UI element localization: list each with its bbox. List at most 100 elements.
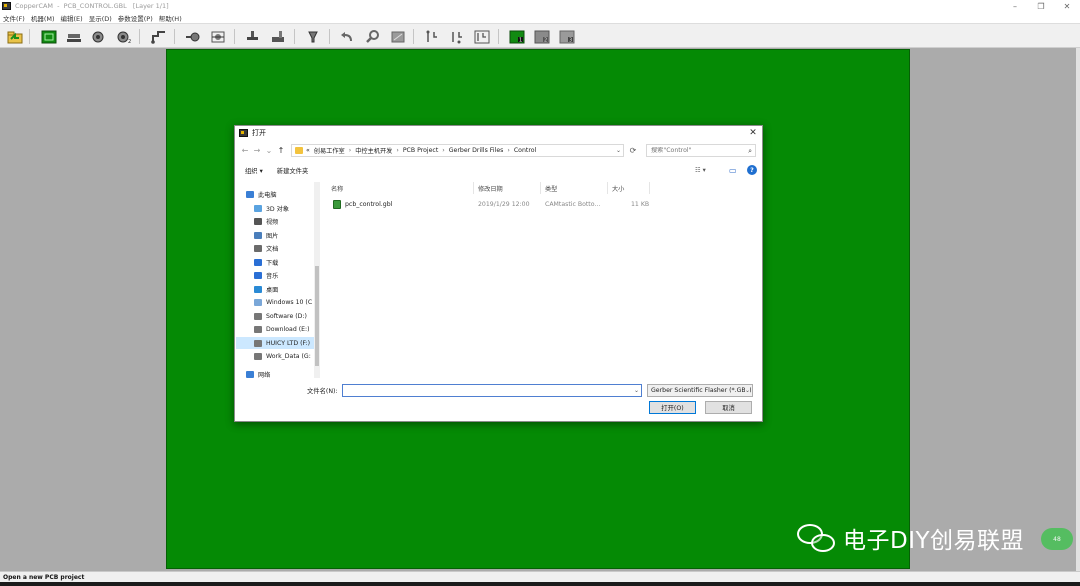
nav-item[interactable]: 桌面 — [236, 283, 316, 295]
new-folder-button[interactable]: 新建文件夹 — [277, 166, 308, 175]
dialog-buttons: 打开(O) 取消 — [235, 401, 762, 415]
layer-view-icon[interactable] — [40, 28, 58, 45]
nav-item[interactable]: 文档 — [236, 242, 316, 254]
search-input[interactable] — [651, 147, 741, 154]
open-button[interactable]: 打开(O) — [649, 401, 696, 414]
layer-3-icon[interactable]: 3 — [558, 28, 576, 45]
nav-item[interactable]: Software (D:) — [236, 310, 316, 322]
nav-item-label: 桌面 — [266, 286, 279, 294]
up-arrow-icon[interactable]: ↑ — [275, 145, 287, 157]
app-icon — [2, 2, 11, 10]
maximize-button[interactable]: ❐ — [1028, 0, 1054, 12]
view-options-icon[interactable]: ☷ ▾ — [695, 167, 706, 174]
nav-item[interactable]: Download (E:) — [236, 323, 316, 335]
pad-icon[interactable] — [184, 28, 202, 45]
nav-item[interactable]: 下载 — [236, 256, 316, 268]
preview-pane-icon[interactable]: ▭ — [729, 166, 737, 175]
nav-item-label: Windows 10 (C — [266, 298, 313, 306]
trace-icon[interactable] — [244, 28, 262, 45]
desktop-icon — [254, 285, 262, 293]
nav-item[interactable]: 此电脑 — [236, 188, 316, 200]
nav-item[interactable]: Windows 10 (C — [236, 296, 316, 308]
address-bar[interactable]: « 创易工作室 › 中控主机开发 › PCB Project › Gerber … — [291, 144, 624, 157]
pictures-icon — [254, 231, 262, 239]
zoom-icon[interactable] — [364, 28, 382, 45]
filename-input[interactable] — [343, 385, 623, 396]
column-modified[interactable]: 修改日期 — [474, 182, 541, 194]
nav-item-label: 文档 — [266, 245, 279, 253]
breadcrumb-overflow[interactable]: « — [306, 147, 310, 154]
nav-item-label: HUICY LTD (F:) — [266, 339, 311, 347]
breadcrumb-item[interactable]: Control — [514, 147, 536, 154]
path-1-icon[interactable] — [423, 28, 441, 45]
nav-item[interactable]: 3D 对象 — [236, 202, 316, 214]
nav-item[interactable]: 视频 — [236, 215, 316, 227]
nav-item[interactable]: HUICY LTD (F:) — [236, 337, 316, 349]
drill-2-icon[interactable]: 2 — [115, 28, 133, 45]
nav-item[interactable]: 音乐 — [236, 269, 316, 281]
breadcrumb-item[interactable]: 创易工作室 — [314, 146, 345, 155]
back-arrow-icon[interactable]: ← — [239, 145, 251, 157]
forward-arrow-icon[interactable]: → — [251, 145, 263, 157]
right-scrollbar[interactable] — [1076, 48, 1080, 571]
address-dropdown-icon[interactable]: ⌄ — [616, 147, 621, 154]
engrave-icon[interactable] — [304, 28, 322, 45]
svg-text:3: 3 — [569, 37, 572, 43]
toolbar: 2 1 2 3 — [0, 23, 1080, 48]
cutter-icon[interactable] — [269, 28, 287, 45]
menu-file[interactable]: 文件(F) — [3, 13, 25, 23]
search-box[interactable]: ⌕ — [646, 144, 756, 157]
path-2-icon[interactable] — [448, 28, 466, 45]
contour-icon[interactable] — [150, 28, 168, 45]
menu-help[interactable]: 帮助(H) — [159, 13, 182, 23]
drive-icon — [254, 339, 262, 347]
taskbar-strip — [0, 582, 1080, 586]
filename-dropdown-icon[interactable]: ⌄ — [634, 387, 639, 394]
column-type[interactable]: 类型 — [541, 182, 608, 194]
refresh-icon[interactable]: ⟳ — [627, 144, 639, 157]
help-icon[interactable]: ? — [747, 165, 757, 175]
menu-display[interactable]: 显示(D) — [89, 13, 112, 23]
3d-objects-icon — [254, 204, 262, 212]
close-button[interactable]: ✕ — [1054, 0, 1080, 12]
open-project-icon[interactable] — [6, 28, 24, 45]
organize-button[interactable]: 组织 ▾ — [245, 166, 263, 175]
documents-icon — [254, 244, 262, 252]
filename-field[interactable]: ⌄ — [342, 384, 642, 397]
breadcrumb-item[interactable]: 中控主机开发 — [355, 146, 392, 155]
menu-edit[interactable]: 编辑(E) — [61, 13, 83, 23]
dialog-titlebar: 打开 ✕ — [235, 126, 762, 140]
nav-item[interactable]: 网络 — [236, 368, 316, 380]
nav-item[interactable]: 图片 — [236, 229, 316, 241]
recent-dropdown-icon[interactable]: ⌄ — [263, 145, 275, 157]
breadcrumb-item[interactable]: PCB Project — [403, 147, 438, 154]
filetype-select[interactable]: Gerber Scientific Flasher (*.GBL) ⌄ — [647, 384, 753, 397]
drive-c-icon — [254, 298, 262, 306]
column-size[interactable]: 大小 — [608, 182, 650, 194]
nav-item[interactable]: Work_Data (G: — [236, 350, 316, 362]
zoom-fit-icon[interactable] — [389, 28, 407, 45]
column-name[interactable]: 名称 — [327, 182, 474, 194]
breadcrumb-item[interactable]: Gerber Drills Files — [449, 147, 504, 154]
cancel-button[interactable]: 取消 — [705, 401, 752, 414]
drill-1-icon[interactable] — [90, 28, 108, 45]
table-row[interactable]: pcb_control.gbl 2019/1/29 12:00 CAMtasti… — [327, 198, 747, 210]
svg-text:2: 2 — [544, 37, 547, 43]
dialog-close-button[interactable]: ✕ — [746, 126, 760, 140]
layer-1-icon[interactable]: 1 — [508, 28, 526, 45]
floating-badge[interactable]: 48 — [1041, 528, 1073, 550]
undo-icon[interactable] — [339, 28, 357, 45]
menu-machine[interactable]: 机器(M) — [31, 13, 55, 23]
search-icon: ⌕ — [748, 147, 752, 155]
path-3-icon[interactable] — [473, 28, 491, 45]
layer-2-icon[interactable]: 2 — [533, 28, 551, 45]
minimize-button[interactable]: – — [1002, 0, 1028, 12]
filetype-dropdown-icon[interactable]: ⌄ — [744, 387, 750, 394]
align-center-icon[interactable] — [209, 28, 227, 45]
command-bar: 组织 ▾ 新建文件夹 ☷ ▾ ▭ ? — [239, 163, 759, 177]
menu-parameters[interactable]: 参数设置(P) — [118, 13, 153, 23]
watermark: 电子DIY创易联盟 — [797, 518, 1024, 558]
window-title: CopperCAM - PCB_CONTROL.GBL [Layer 1/1] — [15, 2, 169, 10]
pcb-tool-icon[interactable] — [65, 28, 83, 45]
nav-scrollbar[interactable] — [314, 182, 320, 378]
